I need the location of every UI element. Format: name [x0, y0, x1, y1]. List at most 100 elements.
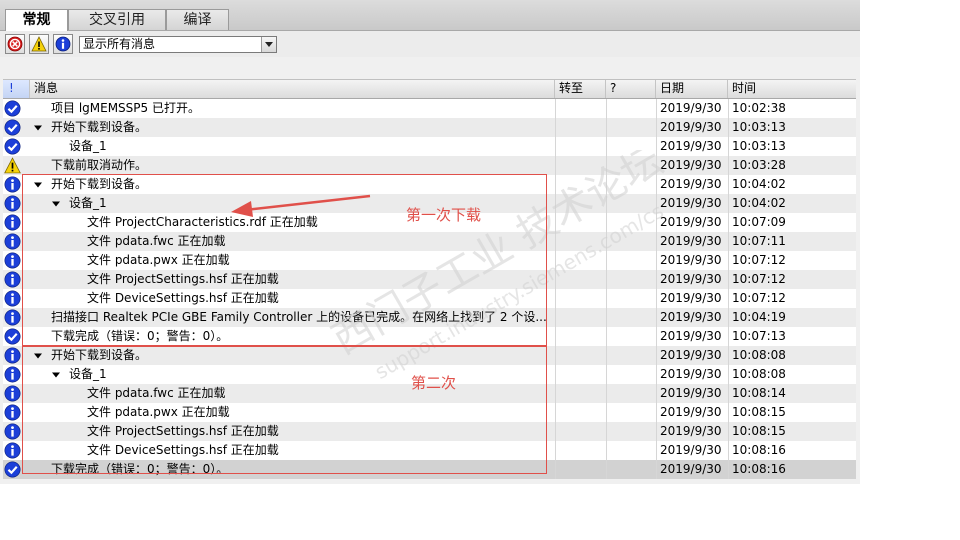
column-message[interactable]: 消息	[30, 80, 555, 98]
column-separator	[555, 327, 556, 346]
info-icon	[4, 347, 21, 364]
success-check-icon	[4, 461, 21, 478]
message-date: 2019/9/30	[660, 386, 722, 400]
column-separator	[656, 365, 657, 384]
column-separator	[656, 251, 657, 270]
info-icon	[4, 195, 21, 212]
column-status[interactable]: !	[3, 80, 30, 98]
column-separator	[606, 175, 607, 194]
message-time: 10:03:13	[732, 139, 786, 153]
message-time: 10:02:38	[732, 101, 786, 115]
message-time: 10:08:16	[732, 443, 786, 457]
message-time: 10:04:02	[732, 196, 786, 210]
message-filter-select[interactable]: 显示所有消息	[79, 36, 277, 53]
column-separator	[555, 403, 556, 422]
info-filter-button[interactable]	[53, 34, 73, 54]
column-separator	[656, 232, 657, 251]
message-time: 10:07:12	[732, 272, 786, 286]
column-separator	[728, 118, 729, 137]
info-icon	[4, 366, 21, 383]
column-time[interactable]: 时间	[728, 80, 856, 98]
column-separator	[656, 213, 657, 232]
column-separator	[656, 270, 657, 289]
message-time: 10:08:15	[732, 424, 786, 438]
info-icon	[4, 442, 21, 459]
arrow-icon	[231, 194, 371, 217]
message-date: 2019/9/30	[660, 234, 722, 248]
column-separator	[555, 232, 556, 251]
column-separator	[555, 156, 556, 175]
annotation-first-download: 第一次下载	[406, 206, 482, 224]
error-filter-button[interactable]	[5, 34, 25, 54]
message-time: 10:07:12	[732, 253, 786, 267]
message-date: 2019/9/30	[660, 443, 722, 457]
success-check-icon	[4, 119, 21, 136]
tab-cross-reference[interactable]: 交叉引用	[68, 9, 166, 30]
message-text: 下载前取消动作。	[51, 158, 148, 172]
dropdown-arrow-icon[interactable]	[261, 37, 276, 52]
message-date: 2019/9/30	[660, 310, 722, 324]
warning-filter-button[interactable]	[29, 34, 49, 54]
message-date: 2019/9/30	[660, 215, 722, 229]
column-separator	[555, 194, 556, 213]
column-separator	[656, 422, 657, 441]
message-row[interactable]: 项目 lgMEMSSP5 已打开。 2019/9/30 10:02:38	[3, 99, 856, 118]
column-separator	[728, 308, 729, 327]
column-separator	[728, 422, 729, 441]
column-separator	[656, 441, 657, 460]
column-separator	[606, 441, 607, 460]
column-separator	[555, 251, 556, 270]
tab-general[interactable]: 常规	[5, 9, 68, 31]
message-time: 10:03:13	[732, 120, 786, 134]
tab-bar: 常规 交叉引用 编译	[0, 0, 860, 31]
column-separator	[606, 327, 607, 346]
column-separator	[555, 289, 556, 308]
message-time: 10:07:09	[732, 215, 786, 229]
column-goto[interactable]: 转至	[555, 80, 606, 98]
message-date: 2019/9/30	[660, 329, 722, 343]
column-separator	[656, 308, 657, 327]
column-separator	[728, 232, 729, 251]
column-separator	[606, 270, 607, 289]
column-date[interactable]: 日期	[656, 80, 728, 98]
message-date: 2019/9/30	[660, 158, 722, 172]
column-separator	[606, 422, 607, 441]
message-time: 10:08:15	[732, 405, 786, 419]
column-separator	[555, 365, 556, 384]
column-separator	[656, 384, 657, 403]
column-separator	[656, 460, 657, 479]
column-separator	[555, 137, 556, 156]
message-time: 10:08:08	[732, 367, 786, 381]
tab-compile[interactable]: 编译	[166, 9, 229, 30]
message-date: 2019/9/30	[660, 348, 722, 362]
message-row[interactable]: 设备_1 2019/9/30 10:03:13	[3, 137, 856, 156]
message-row[interactable]: 下载前取消动作。 2019/9/30 10:03:28	[3, 156, 856, 175]
column-help[interactable]: ?	[606, 80, 656, 98]
column-separator	[606, 137, 607, 156]
info-icon	[4, 404, 21, 421]
column-separator	[606, 403, 607, 422]
column-separator	[728, 270, 729, 289]
message-date: 2019/9/30	[660, 291, 722, 305]
info-icon	[4, 176, 21, 193]
column-separator	[656, 156, 657, 175]
column-separator	[656, 194, 657, 213]
message-time: 10:04:19	[732, 310, 786, 324]
second-download-highlight	[22, 346, 547, 474]
message-date: 2019/9/30	[660, 196, 722, 210]
expand-toggle-icon[interactable]	[33, 122, 43, 132]
message-text: 开始下载到设备。	[51, 120, 148, 134]
column-separator	[555, 346, 556, 365]
info-icon	[4, 271, 21, 288]
column-separator	[606, 346, 607, 365]
column-separator	[728, 441, 729, 460]
info-icon	[4, 309, 21, 326]
message-date: 2019/9/30	[660, 101, 722, 115]
info-icon	[4, 252, 21, 269]
column-separator	[728, 175, 729, 194]
message-date: 2019/9/30	[660, 405, 722, 419]
message-row[interactable]: 开始下载到设备。 2019/9/30 10:03:13	[3, 118, 856, 137]
column-separator	[728, 327, 729, 346]
column-separator	[606, 213, 607, 232]
column-separator	[728, 365, 729, 384]
